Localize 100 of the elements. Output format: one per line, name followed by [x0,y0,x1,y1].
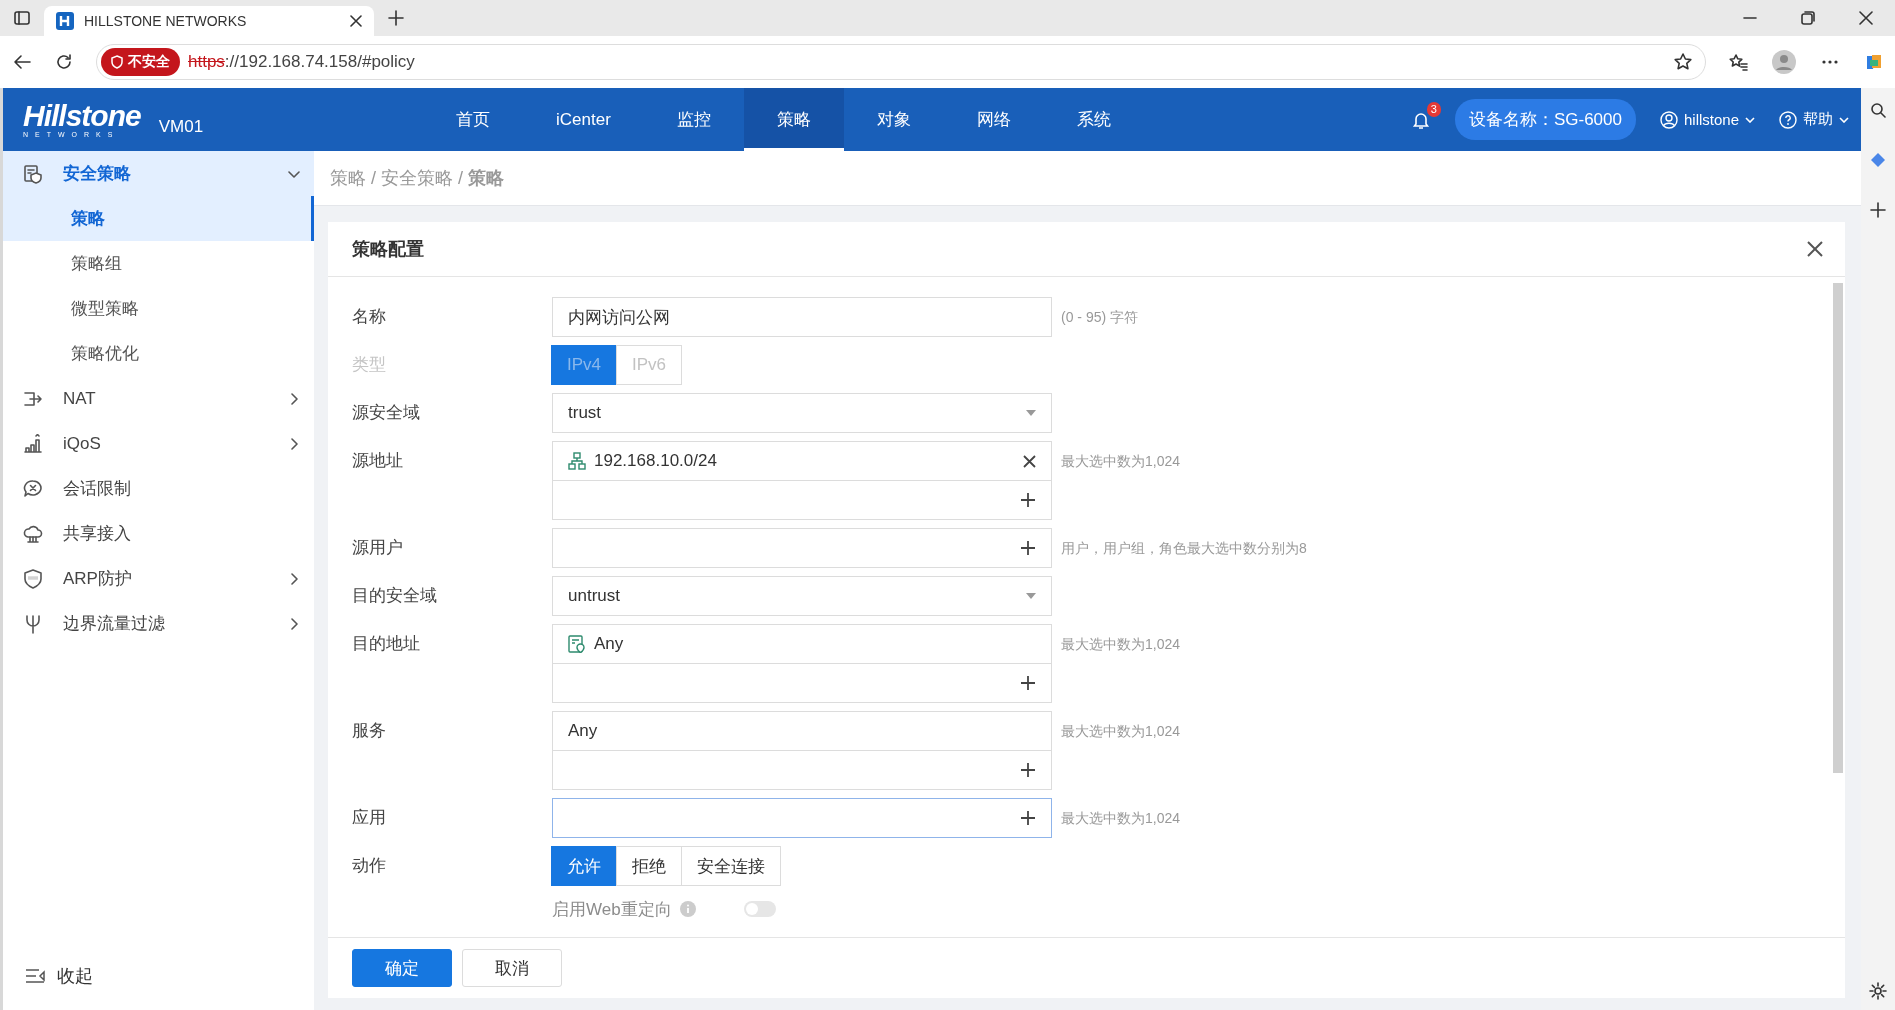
sidebar-subitem[interactable]: 策略组 [3,241,314,286]
sidebar-item[interactable]: 会话限制 [3,466,314,511]
profile-icon[interactable] [1772,50,1796,74]
selected-item: Any [594,634,625,654]
dropdown-arrow-icon [1026,593,1036,599]
sidebar-item[interactable]: 边界流量过滤 [3,601,314,646]
add-field[interactable] [552,798,1052,838]
cloud-icon [23,523,43,544]
add-icon[interactable] [1020,540,1036,556]
field-label: 源安全域 [352,402,421,424]
policy-icon [23,163,43,184]
sidebar-item[interactable]: iQoS [3,421,314,466]
add-icon[interactable] [1870,202,1886,218]
zone-dropdown[interactable]: trust [552,393,1052,433]
sidebar-subitem[interactable]: 策略 [3,196,314,241]
zone-dropdown[interactable]: untrust [552,576,1052,616]
sidebar-toggle-icon[interactable] [14,10,30,26]
collapse-icon [25,968,45,984]
field-label: 动作 [352,855,387,877]
hint-text: 最大选中数为1,024 [1061,722,1181,741]
back-icon[interactable] [12,52,32,72]
close-icon[interactable] [1859,11,1873,25]
favorites-icon[interactable] [1728,52,1748,72]
field-label: 源地址 [352,450,404,472]
sidebar-item[interactable]: 安全策略 [3,151,314,196]
fork-icon [23,613,43,634]
security-badge[interactable]: 不安全 [101,48,180,76]
text-field[interactable]: 内网访问公网 [552,297,1052,337]
segment-option[interactable]: 允许 [551,846,617,886]
network-icon [568,452,586,470]
field-label: 源用户 [352,537,404,559]
add-icon[interactable] [1020,675,1036,691]
cancel-button[interactable]: 取消 [462,949,562,987]
diamond-icon[interactable] [1870,152,1886,168]
user-menu[interactable]: hillstone [1659,110,1755,129]
arp-shield-icon [23,568,43,589]
close-icon[interactable] [1807,241,1823,257]
field-label: 类型 [352,354,387,376]
sidebar-subitem[interactable]: 策略优化 [3,331,314,376]
nav-tab[interactable]: 监控 [643,88,744,151]
notification-count: 3 [1426,101,1441,117]
help-menu[interactable]: 帮助 [1779,110,1849,129]
device-name-pill: 设备名称：SG-6000 [1454,99,1636,140]
field-label: 目的地址 [352,633,421,655]
dialog-title: 策略配置 [352,238,424,261]
field-label: 应用 [352,807,387,829]
segment-option[interactable]: 安全连接 [681,846,781,886]
caret-icon [1839,116,1849,123]
add-field[interactable] [552,528,1052,568]
new-tab-icon[interactable] [388,10,404,26]
sidebar-item[interactable]: ARP防护 [3,556,314,601]
scrollbar[interactable] [1833,283,1843,773]
hint-text: (0 - 95) 字符 [1061,308,1138,327]
nav-tab[interactable]: 系统 [1043,88,1144,151]
restore-icon[interactable] [1801,11,1815,25]
nav-tab[interactable]: 对象 [843,88,944,151]
device-label: VM01 [158,116,204,137]
add-icon[interactable] [1020,762,1036,778]
sidebar-item[interactable]: NAT [3,376,314,421]
copilot-icon[interactable] [1864,52,1884,72]
shield-icon [111,55,123,69]
nav-tab[interactable]: iCenter [523,88,644,151]
chat-x-icon [23,478,43,499]
browser-tab[interactable]: HILLSTONE NETWORKS [44,6,374,36]
confirm-button[interactable]: 确定 [352,949,452,987]
selected-item: 192.168.10.0/24 [594,451,718,471]
address-pin-icon [568,635,586,653]
sidebar-subitem[interactable]: 微型策略 [3,286,314,331]
add-icon[interactable] [1020,810,1036,826]
field-label: 目的安全域 [352,585,438,607]
add-icon[interactable] [1020,492,1036,508]
collapse-button[interactable]: 收起 [3,964,314,1010]
user-icon [1659,110,1678,129]
help-icon [1779,110,1797,129]
sidebar-item[interactable]: 共享接入 [3,511,314,556]
favicon-icon [56,12,74,30]
hint-text: 最大选中数为1,024 [1061,635,1181,654]
caret-icon [1745,116,1755,123]
multi-select-field[interactable]: Any [552,711,1052,790]
star-icon[interactable] [1673,52,1693,72]
selected-item: Any [568,721,599,741]
url-text: https://192.168.74.158/#policy [188,52,416,72]
close-icon[interactable] [350,15,362,27]
nav-tab[interactable]: 首页 [423,88,523,151]
multi-select-field[interactable]: Any [552,624,1052,703]
address-bar[interactable]: 不安全 https://192.168.74.158/#policy [96,44,1706,80]
hint-text: 最大选中数为1,024 [1061,809,1181,828]
field-label: 名称 [352,306,387,328]
multi-select-field[interactable]: 192.168.10.0/24 [552,441,1052,520]
reload-icon[interactable] [54,52,74,72]
bar-chart-icon [23,433,43,454]
nav-tab[interactable]: 网络 [943,88,1044,151]
option-label: 启用Web重定向 [552,898,672,921]
breadcrumb: 策略 / 安全策略 / 策略 [330,167,504,190]
remove-icon[interactable] [1023,454,1036,468]
segment-option[interactable]: 拒绝 [616,846,682,886]
nav-tab[interactable]: 策略 [743,88,844,151]
tab-title: HILLSTONE NETWORKS [84,13,248,29]
hint-text: 最大选中数为1,024 [1061,452,1181,471]
search-icon[interactable] [1870,102,1886,118]
